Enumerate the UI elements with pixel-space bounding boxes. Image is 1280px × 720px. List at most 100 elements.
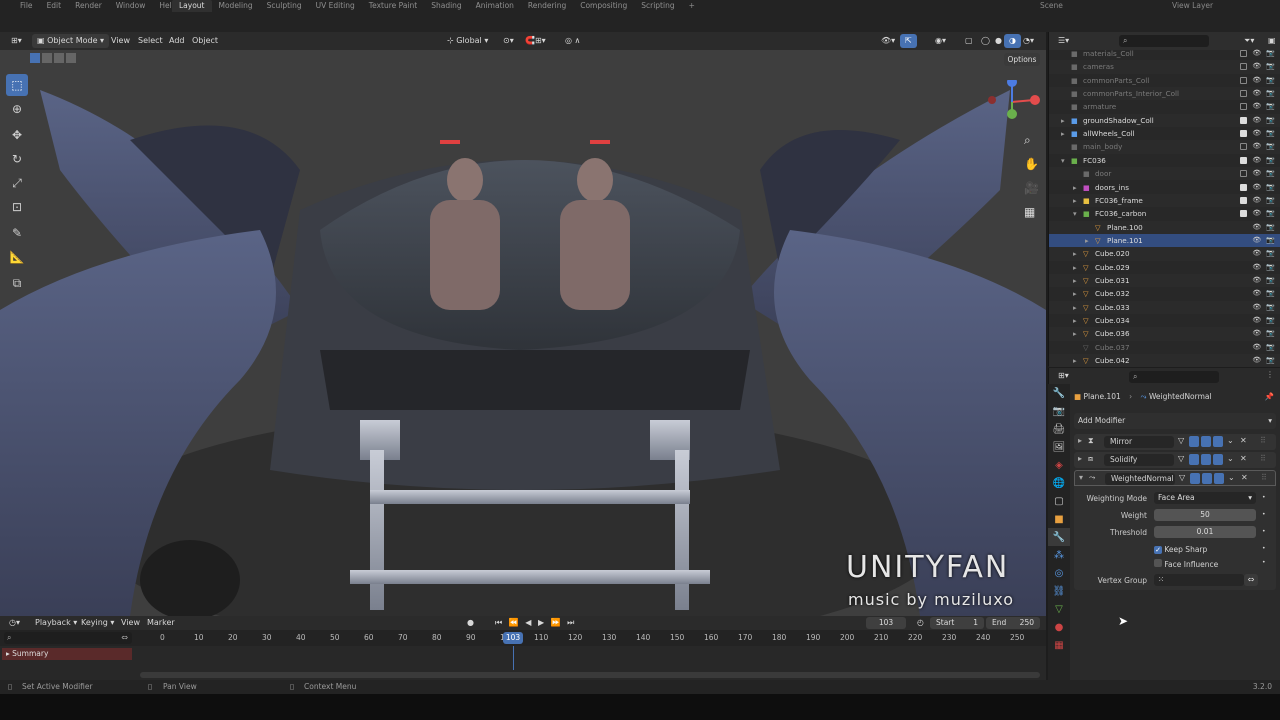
exclude-checkbox[interactable] — [1240, 90, 1248, 98]
exclude-checkbox[interactable] — [1240, 143, 1248, 151]
new-collection-icon[interactable]: ▣ — [1263, 34, 1280, 48]
options-dropdown[interactable]: Options — [1004, 53, 1040, 66]
scene-tab-icon[interactable]: ◈ — [1048, 456, 1070, 474]
snap-icon[interactable]: 🧲⊞▾ — [520, 34, 551, 48]
eye-icon[interactable]: 👁 — [1252, 114, 1261, 127]
remove-modifier-icon[interactable]: ✕ — [1240, 436, 1247, 445]
add-modifier-dropdown[interactable]: Add Modifier ▾ — [1074, 413, 1276, 429]
grid-view-icon[interactable]: ▦ — [1024, 200, 1039, 224]
workspace-tab-shading[interactable]: Shading — [424, 0, 468, 12]
workspace-tab-rendering[interactable]: Rendering — [521, 0, 573, 12]
properties-search-input[interactable]: ⌕ — [1129, 371, 1219, 383]
pivot-icon[interactable]: ⊙▾ — [498, 34, 519, 48]
modifier-tab-icon[interactable]: 🔧 — [1048, 528, 1070, 546]
modifier-weightednormal[interactable]: ▾ ⤳ WeightedNormal ▽ ⌄ ✕ ⠿ — [1074, 470, 1276, 486]
on-cage-icon[interactable]: ▽ — [1179, 473, 1185, 482]
drag-handle-icon[interactable]: ⠿ — [1260, 436, 1266, 445]
on-cage-icon[interactable]: ▽ — [1178, 436, 1184, 445]
vertex-group-field[interactable]: ⁙ — [1154, 574, 1244, 586]
viewport-toggle-icon[interactable] — [1201, 436, 1211, 447]
clock-icon[interactable]: ◴ — [912, 616, 929, 630]
shading-rendered-icon[interactable]: ◔▾ — [1018, 34, 1039, 48]
exclude-checkbox[interactable] — [1240, 76, 1248, 84]
eye-icon[interactable]: 👁 — [1252, 47, 1261, 60]
texture-tab-icon[interactable]: ▦ — [1048, 636, 1070, 654]
add-menu[interactable]: Add — [164, 34, 190, 48]
outliner-row[interactable]: ■ door 👁 📷 — [1049, 167, 1280, 181]
outliner-row[interactable]: ▸ ■ allWheels_Coll 👁 📷 — [1049, 127, 1280, 140]
keep-sharp-checkbox[interactable]: ✓ Keep Sharp — [1154, 545, 1207, 554]
workspace-tab-animation[interactable]: Animation — [469, 0, 521, 12]
modifier-name-field[interactable]: WeightedNormal — [1105, 473, 1175, 485]
camera-render-icon[interactable]: 📷 — [1266, 47, 1275, 60]
exclude-checkbox[interactable] — [1240, 63, 1248, 71]
outliner-row[interactable]: ■ commonParts_Coll 👁 📷 — [1049, 74, 1280, 87]
menu-file[interactable]: File — [20, 0, 33, 12]
workspace-tab-uv-editing[interactable]: UV Editing — [309, 0, 362, 12]
render-toggle-icon[interactable] — [1214, 473, 1224, 484]
world-tab-icon[interactable]: 🌐 — [1048, 474, 1070, 492]
outliner-row[interactable]: ▽ Cube.037 👁 📷 — [1049, 341, 1280, 354]
outliner-row[interactable]: ■ materials_Coll 👁 📷 — [1049, 47, 1280, 60]
current-frame-field[interactable]: 103 — [866, 617, 906, 629]
timeline-ruler[interactable]: ⌕⇔ 0102030405060708090100110120130140150… — [0, 630, 1046, 646]
camera-render-icon[interactable]: 📷 — [1266, 287, 1275, 300]
outliner-row[interactable]: ▾ ■ FC036_carbon 👁 📷 — [1049, 207, 1280, 220]
camera-render-icon[interactable]: 📷 — [1266, 354, 1275, 367]
expand-arrow-icon[interactable]: ▸ — [1073, 354, 1077, 367]
expand-arrow-icon[interactable]: ▾ — [1061, 154, 1065, 167]
eye-icon[interactable]: 👁 — [1252, 354, 1261, 367]
add-cube-tool-icon[interactable]: ⧉ — [6, 272, 28, 294]
expand-arrow-icon[interactable]: ▸ — [1073, 287, 1077, 300]
invert-icon[interactable]: ⇔ — [1244, 574, 1258, 586]
camera-render-icon[interactable]: 📷 — [1266, 234, 1275, 247]
eye-icon[interactable]: 👁 — [1252, 167, 1261, 180]
eye-icon[interactable]: 👁 — [1252, 234, 1261, 247]
outliner-row[interactable]: ▸ ▽ Cube.020 👁 📷 — [1049, 247, 1280, 261]
summary-channel[interactable]: ▸ Summary — [2, 648, 132, 660]
expand-arrow-icon[interactable]: ▸ — [1061, 127, 1065, 140]
viewport-toggle-icon[interactable] — [1201, 454, 1211, 465]
outliner-editor-icon[interactable]: ☰▾ — [1053, 34, 1074, 48]
camera-view-icon[interactable]: 🎥 — [1024, 176, 1039, 200]
xray-icon[interactable]: ▢ — [960, 34, 978, 48]
modifier-menu-chevron-icon[interactable]: ⌄ — [1227, 436, 1234, 445]
remove-modifier-icon[interactable]: ✕ — [1241, 473, 1248, 482]
outliner-row[interactable]: ▾ ■ FC036 👁 📷 — [1049, 154, 1280, 167]
eye-icon[interactable]: 👁 — [1252, 207, 1261, 220]
expand-arrow-icon[interactable]: ▸ — [1073, 181, 1077, 194]
exclude-checkbox[interactable] — [1240, 196, 1248, 204]
expand-arrow-icon[interactable]: ▾ — [1073, 207, 1077, 220]
camera-render-icon[interactable]: 📷 — [1266, 194, 1275, 207]
camera-render-icon[interactable]: 📷 — [1266, 207, 1275, 220]
camera-render-icon[interactable]: 📷 — [1266, 154, 1275, 167]
output-tab-icon[interactable]: 🖨 — [1048, 420, 1070, 438]
camera-render-icon[interactable]: 📷 — [1266, 301, 1275, 314]
cursor-tool-icon[interactable]: ⊕ — [6, 98, 28, 120]
editmode-toggle-icon[interactable] — [1189, 454, 1199, 465]
timeline-body[interactable]: ▸ Summary — [0, 646, 1046, 680]
view-layer-selector[interactable]: View Layer — [1172, 0, 1213, 12]
playhead[interactable]: 103 — [503, 632, 523, 644]
outliner-row[interactable]: ▽ Plane.100 👁 📷 — [1049, 220, 1280, 234]
keying-menu[interactable]: Keying ▾ — [76, 616, 119, 630]
timeline-editor-icon[interactable]: ◷▾ — [4, 616, 25, 630]
select-extend-icon[interactable] — [42, 53, 52, 63]
drag-handle-icon[interactable]: ⠿ — [1260, 454, 1266, 463]
workspace-tab-scripting[interactable]: Scripting — [634, 0, 681, 12]
select-invert-icon[interactable] — [66, 53, 76, 63]
eye-icon[interactable]: 👁 — [1252, 60, 1261, 73]
modifier-mirror[interactable]: ▸ ⧗ Mirror ▽ ⌄ ✕ ⠿ — [1074, 434, 1276, 450]
end-frame-field[interactable]: End 250 — [986, 617, 1040, 629]
properties-options-icon[interactable]: ⋮ — [1266, 370, 1274, 379]
workspace-tab-modeling[interactable]: Modeling — [212, 0, 260, 12]
camera-render-icon[interactable]: 📷 — [1266, 341, 1275, 354]
drag-handle-icon[interactable]: ⠿ — [1261, 473, 1267, 482]
threshold-field[interactable]: 0.01 — [1154, 526, 1256, 538]
eye-icon[interactable]: 👁 — [1252, 194, 1261, 207]
collapse-arrow-icon[interactable]: ▾ — [1079, 473, 1083, 482]
data-tab-icon[interactable]: ▽ — [1048, 600, 1070, 618]
workspace-tab-sculpting[interactable]: Sculpting — [260, 0, 309, 12]
on-cage-icon[interactable]: ▽ — [1178, 454, 1184, 463]
expand-arrow-icon[interactable]: ▸ — [1073, 314, 1077, 327]
